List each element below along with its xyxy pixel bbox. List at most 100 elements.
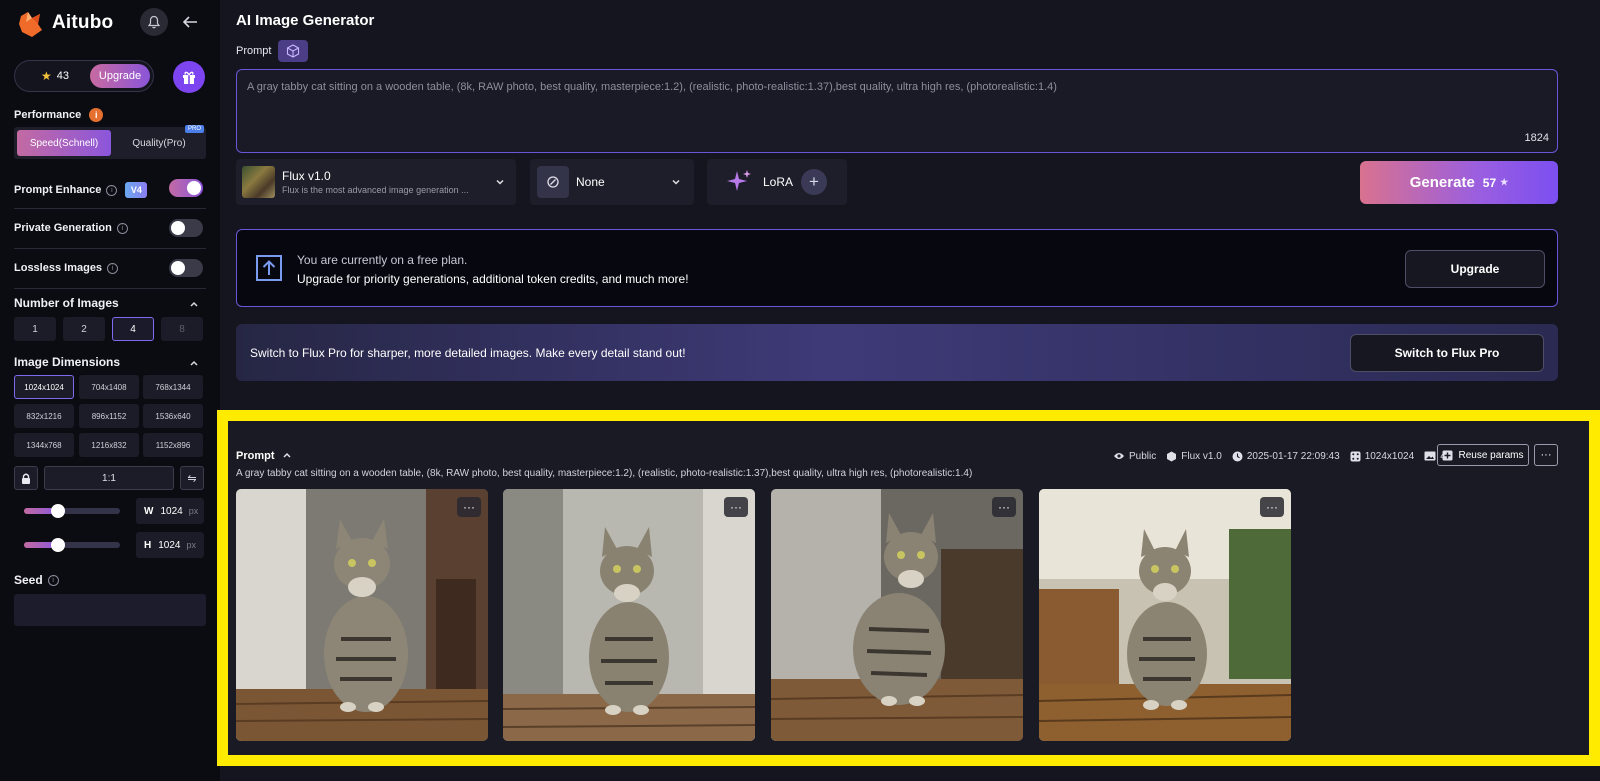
reuse-params-button[interactable]: Reuse params — [1437, 444, 1529, 466]
brand-name: Aitubo — [52, 12, 114, 33]
height-input[interactable]: H 1024 px — [136, 532, 204, 558]
flux-pro-promo-text: Switch to Flux Pro for sharper, more det… — [250, 346, 686, 360]
switch-to-flux-pro-button[interactable]: Switch to Flux Pro — [1350, 334, 1544, 372]
dimension-option[interactable]: 1216x832 — [79, 433, 139, 457]
speed-option[interactable]: Speed(Schnell) — [17, 130, 111, 156]
fox-logo-icon — [18, 10, 44, 37]
add-lora-icon[interactable]: + — [801, 169, 827, 195]
width-slider[interactable] — [24, 504, 120, 518]
timestamp-meta: 2025-01-17 22:09:43 — [1232, 451, 1340, 462]
image-dimensions-label: Image Dimensions — [14, 355, 121, 369]
eye-icon — [1114, 453, 1124, 459]
aspect-lock-icon[interactable] — [14, 466, 38, 490]
generate-button[interactable]: Generate 57 ★ — [1360, 161, 1558, 204]
collapse-arrow-icon[interactable] — [178, 8, 202, 36]
notification-bell-icon[interactable] — [140, 8, 168, 36]
info-icon[interactable]: i — [89, 108, 104, 122]
dimension-option[interactable]: 1536x640 — [143, 404, 203, 428]
prompt-enhance-label: Prompt Enhance i V4 — [14, 182, 148, 198]
clock-icon — [1232, 451, 1243, 461]
size-meta: 1024x1024 — [1350, 451, 1414, 462]
divider — [14, 248, 206, 249]
reuse-icon — [1442, 450, 1453, 460]
cat-image-icon — [236, 489, 488, 741]
lossless-images-toggle[interactable] — [169, 259, 203, 277]
performance-label: Performance i — [14, 108, 104, 122]
info-icon[interactable]: i — [106, 184, 118, 196]
more-options-icon[interactable]: ··· — [1534, 444, 1558, 466]
result-prompt-text: A gray tabby cat sitting on a wooden tab… — [236, 468, 973, 479]
sparkle-icon — [727, 170, 751, 191]
prompt-label: Prompt — [236, 45, 272, 57]
upgrade-pill-button[interactable]: Upgrade — [90, 64, 150, 88]
private-generation-toggle[interactable] — [169, 219, 203, 237]
dice-icon — [1350, 451, 1361, 461]
cat-image-icon — [503, 489, 755, 741]
star-icon: ★ — [41, 69, 52, 83]
lossless-images-label: Lossless Images i — [14, 262, 119, 274]
dimension-option[interactable]: 832x1216 — [14, 404, 74, 428]
performance-toggle: Speed(Schnell) Quality(Pro) PRO — [14, 125, 206, 159]
seed-label: Seed i — [14, 573, 59, 587]
no-style-icon — [537, 166, 569, 198]
dimension-option[interactable]: 768x1344 — [143, 375, 203, 399]
info-icon[interactable]: i — [47, 575, 59, 587]
prompt-enhance-toggle[interactable] — [169, 179, 203, 197]
upgrade-button[interactable]: Upgrade — [1405, 250, 1545, 288]
divider — [14, 288, 206, 289]
generated-image[interactable]: ··· — [1039, 489, 1291, 741]
version-badge: V4 — [125, 182, 148, 198]
aspect-ratio-field[interactable]: 1:1 — [44, 466, 174, 490]
style-name: None — [576, 175, 605, 189]
image-icon — [1424, 451, 1436, 461]
lora-label: LoRA — [763, 175, 794, 189]
image-more-options-icon[interactable]: ··· — [1260, 497, 1284, 517]
dimension-option[interactable]: 1024x1024 — [14, 375, 74, 399]
cat-image-icon — [771, 489, 1023, 741]
image-more-options-icon[interactable]: ··· — [992, 497, 1016, 517]
cat-image-icon — [1039, 489, 1291, 741]
style-selector[interactable]: None — [530, 159, 694, 205]
cube-icon[interactable] — [278, 40, 308, 62]
divider — [14, 208, 206, 209]
slider-handle[interactable] — [51, 504, 65, 518]
number-of-images-label: Number of Images — [14, 296, 119, 310]
num-images-1[interactable]: 1 — [14, 317, 56, 341]
slider-handle[interactable] — [51, 538, 65, 552]
dimension-option[interactable]: 896x1152 — [79, 404, 139, 428]
gift-icon[interactable] — [173, 61, 205, 93]
info-icon[interactable]: i — [116, 222, 128, 234]
model-thumbnail — [242, 166, 275, 198]
image-more-options-icon[interactable]: ··· — [724, 497, 748, 517]
chevron-up-icon[interactable] — [281, 449, 293, 461]
model-cube-icon — [1167, 451, 1177, 461]
chevron-up-icon[interactable] — [188, 357, 200, 369]
chevron-down-icon — [672, 179, 680, 185]
star-icon: ★ — [1500, 177, 1509, 187]
swap-dimensions-icon[interactable]: ⇋ — [180, 466, 204, 490]
num-images-2[interactable]: 2 — [63, 317, 105, 341]
generated-image[interactable]: ··· — [771, 489, 1023, 741]
seed-input[interactable] — [14, 594, 206, 626]
char-count: 1824 — [1524, 132, 1549, 144]
model-description: Flux is the most advanced image generati… — [282, 185, 469, 195]
info-icon[interactable]: i — [107, 262, 119, 274]
prompt-textarea[interactable]: A gray tabby cat sitting on a wooden tab… — [236, 69, 1558, 153]
dimension-option[interactable]: 1344x768 — [14, 433, 74, 457]
result-prompt-label[interactable]: Prompt — [236, 450, 275, 462]
chevron-up-icon[interactable] — [188, 298, 200, 310]
height-slider[interactable] — [24, 538, 120, 552]
generated-image[interactable]: ··· — [503, 489, 755, 741]
dimension-option[interactable]: 704x1408 — [79, 375, 139, 399]
generated-image[interactable]: ··· — [236, 489, 488, 741]
quality-option[interactable]: Quality(Pro) — [114, 130, 204, 156]
image-more-options-icon[interactable]: ··· — [457, 497, 481, 517]
num-images-4[interactable]: 4 — [112, 317, 154, 341]
num-images-8[interactable]: 8 — [161, 317, 203, 341]
dimension-option[interactable]: 1152x896 — [143, 433, 203, 457]
width-input[interactable]: W 1024 px — [136, 498, 204, 524]
model-selector[interactable]: Flux v1.0 Flux is the most advanced imag… — [236, 159, 516, 205]
lora-selector[interactable]: LoRA + — [707, 159, 847, 205]
model-name: Flux v1.0 — [282, 169, 331, 183]
visibility-meta: Public — [1113, 451, 1156, 462]
